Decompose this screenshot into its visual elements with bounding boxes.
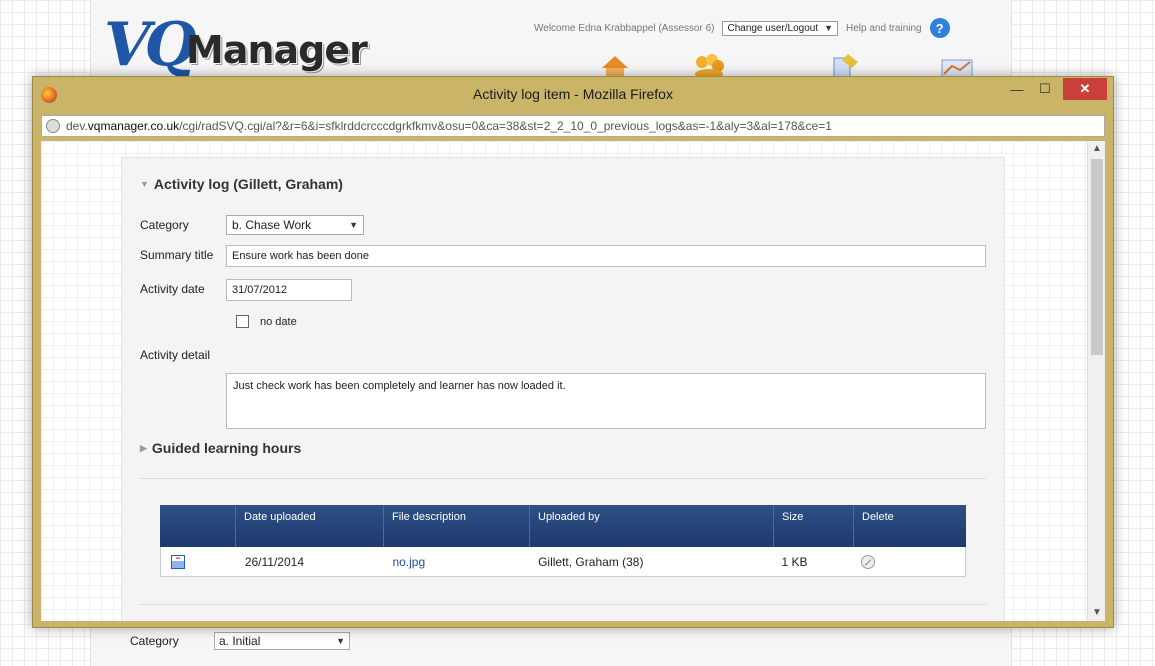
app-logo: VQ Manager [104,10,368,80]
expand-triangle-icon: ▶ [140,442,147,453]
scroll-down-icon[interactable]: ▼ [1088,605,1105,621]
welcome-text: Welcome Edna Krabbappel (Assessor 6) [534,22,715,34]
table-header: Date uploaded File description Uploaded … [160,505,966,547]
summary-title-input[interactable]: Ensure work has been done [226,245,986,267]
category-select[interactable]: b. Chase Work ▼ [226,215,364,235]
chevron-down-icon: ▼ [824,23,834,33]
activity-log-heading[interactable]: ▼ Activity log (Gillett, Graham) [140,176,343,192]
category-label: Category [140,218,189,232]
activity-detail-textarea[interactable]: Just check work has been completely and … [226,373,986,429]
chevron-down-icon: ▼ [349,220,358,230]
bg-category-label: Category [130,634,179,648]
user-bar: Welcome Edna Krabbappel (Assessor 6) Cha… [534,18,950,38]
table-row: ▪▪ 26/11/2014 no.jpg Gillett, Graham (38… [160,547,966,577]
scrollbar-thumb[interactable] [1091,159,1103,355]
home-icon[interactable] [598,52,632,78]
close-button[interactable]: ✕ [1063,78,1107,100]
help-icon[interactable]: ? [929,18,950,38]
column-header-icon [160,505,236,547]
minimize-button[interactable]: — [1003,78,1031,100]
chart-icon[interactable] [940,52,974,78]
cell-size: 1 KB [781,554,808,569]
activity-log-panel: ▼ Activity log (Gillett, Graham) Categor… [121,157,1005,621]
change-user-select[interactable]: Change user/Logout ▼ [722,20,839,36]
no-date-label: no date [260,316,297,328]
uploaded-files-table: Date uploaded File description Uploaded … [160,505,966,577]
chevron-down-icon: ▼ [336,636,345,646]
maximize-button[interactable]: ☐ [1031,78,1059,100]
vertical-scrollbar[interactable]: ▲ ▼ [1087,141,1105,621]
column-header-uploaded-by[interactable]: Uploaded by [530,505,774,547]
section-divider [140,604,986,605]
column-header-description[interactable]: File description [384,505,530,547]
activity-date-label: Activity date [140,282,205,296]
help-link[interactable]: Help and training [846,23,922,34]
collapse-triangle-icon: ▼ [140,179,149,189]
edit-icon[interactable] [828,52,862,78]
users-icon[interactable] [692,52,726,78]
summary-title-label: Summary title [140,248,214,262]
cell-date: 26/11/2014 [244,554,304,569]
popup-window: Activity log item - Mozilla Firefox — ☐ … [32,76,1114,628]
scroll-up-icon[interactable]: ▲ [1088,141,1105,157]
window-title: Activity log item - Mozilla Firefox [473,86,673,102]
image-file-icon[interactable]: ▪▪ [171,554,185,569]
cell-uploaded-by: Gillett, Graham (38) [538,554,644,569]
no-date-checkbox[interactable] [236,315,249,328]
column-header-date[interactable]: Date uploaded [236,505,384,547]
title-bar[interactable]: Activity log item - Mozilla Firefox — ☐ … [33,77,1113,111]
bg-category-select[interactable]: a. Initial ▼ [214,632,350,650]
activity-date-input[interactable]: 31/07/2012 [226,279,352,301]
delete-icon[interactable] [861,554,876,569]
page-viewport: ▼ Activity log (Gillett, Graham) Categor… [41,141,1105,621]
address-bar[interactable]: dev. vqmanager.co.uk/cgi/radSVQ.cgi/al?&r… [41,115,1105,137]
column-header-delete: Delete [862,511,894,523]
file-link[interactable]: no.jpg [384,547,530,576]
column-header-size[interactable]: Size [774,505,854,547]
guided-learning-heading[interactable]: ▶ Guided learning hours [140,440,301,456]
section-divider [140,478,986,479]
activity-detail-label: Activity detail [140,348,211,362]
globe-icon [46,119,60,133]
